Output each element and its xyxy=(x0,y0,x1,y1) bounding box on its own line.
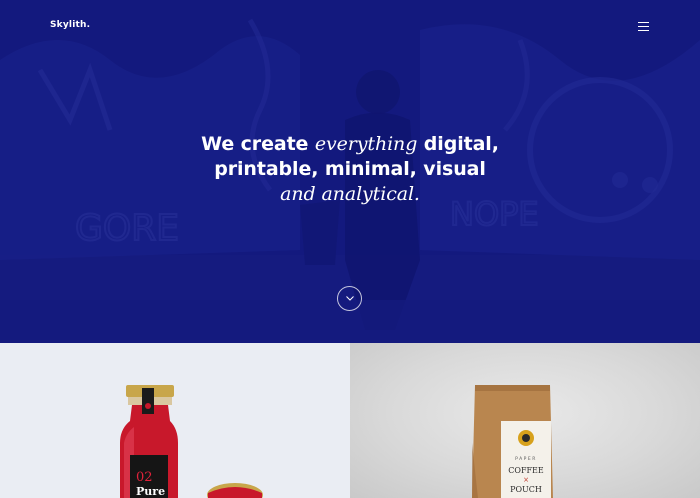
bottle-label-number: 02 xyxy=(136,470,153,485)
coffee-pouch-image: PAPER COFFEE × POUCH xyxy=(472,385,553,498)
headline-line2: printable, minimal, visual xyxy=(214,158,486,180)
bottle-image: 02 Pure xyxy=(120,385,263,498)
scroll-down-button[interactable] xyxy=(337,286,362,311)
pouch-label-line2: POUCH xyxy=(510,485,542,494)
headline-line3-emphasis: and analytical. xyxy=(280,183,420,205)
hamburger-icon[interactable] xyxy=(638,20,650,31)
pouch-label-top: PAPER xyxy=(515,456,537,462)
hero-section: GORE NOPE Skylith. We create everything … xyxy=(0,0,700,343)
headline-line1-emphasis: everything xyxy=(314,133,418,155)
portfolio-item-bottle[interactable]: 02 Pure xyxy=(0,343,350,498)
headline-line1-post: digital, xyxy=(417,133,499,155)
portfolio-item-coffee-pouch[interactable]: PAPER COFFEE × POUCH xyxy=(350,343,700,498)
pouch-label-x: × xyxy=(523,476,529,484)
headline-line1-pre: We create xyxy=(201,133,315,155)
pouch-label-line1: COFFEE xyxy=(508,466,544,475)
chevron-down-icon xyxy=(346,296,354,301)
bottle-label-text: Pure xyxy=(136,485,165,498)
brand-logo[interactable]: Skylith. xyxy=(50,20,90,30)
hero-headline: We create everything digital, printable,… xyxy=(150,132,550,207)
